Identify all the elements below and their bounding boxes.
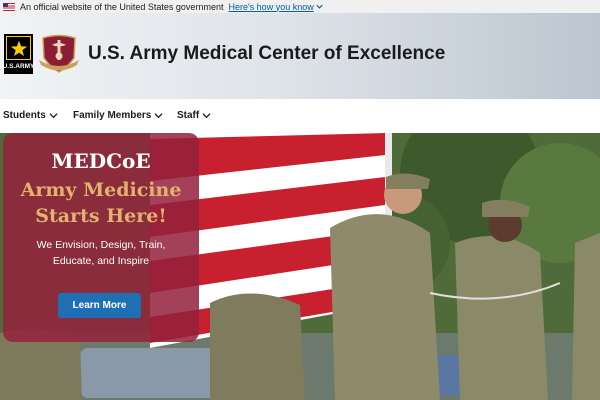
hero-heading: MEDCoE — [51, 149, 151, 173]
medcoe-crest-icon[interactable] — [37, 32, 81, 74]
nav-item-label: Students — [3, 110, 46, 121]
site-title[interactable]: U.S. Army Medical Center of Excellence — [88, 43, 445, 65]
chevron-down-icon — [154, 113, 163, 119]
hero-subheading: Army Medicine Starts Here! — [20, 179, 182, 227]
chevron-down-icon — [316, 4, 323, 9]
nav-item-family-members[interactable]: Family Members — [73, 110, 163, 121]
nav-item-label: Family Members — [73, 110, 152, 121]
gov-banner-text: An official website of the United States… — [20, 1, 224, 12]
hero-card: MEDCoE Army Medicine Starts Here! We Env… — [3, 133, 199, 342]
army-wordmark: U.S.ARMY — [2, 63, 35, 70]
gov-banner: An official website of the United States… — [0, 0, 600, 13]
hero-tagline: We Envision, Design, Train, Educate, and… — [36, 239, 166, 267]
army-star-icon — [6, 36, 31, 60]
nav-item-label: Staff — [177, 110, 200, 121]
chevron-down-icon — [49, 113, 58, 119]
army-logo[interactable]: U.S.ARMY — [2, 34, 35, 74]
site-header: U.S.ARMY U.S. Army Medical Center of Exc… — [0, 13, 600, 99]
us-flag-icon — [3, 2, 15, 11]
learn-more-button[interactable]: Learn More — [58, 293, 141, 318]
chevron-down-icon — [202, 113, 211, 119]
nav-item-staff[interactable]: Staff — [177, 110, 211, 121]
heres-how-you-know-label: Here's how you know — [228, 1, 314, 12]
main-nav: Students Family Members Staff — [0, 99, 600, 133]
nav-item-students[interactable]: Students — [3, 110, 58, 121]
heres-how-you-know-link[interactable]: Here's how you know — [228, 1, 323, 12]
hero-banner: MEDCoE Army Medicine Starts Here! We Env… — [0, 133, 600, 400]
